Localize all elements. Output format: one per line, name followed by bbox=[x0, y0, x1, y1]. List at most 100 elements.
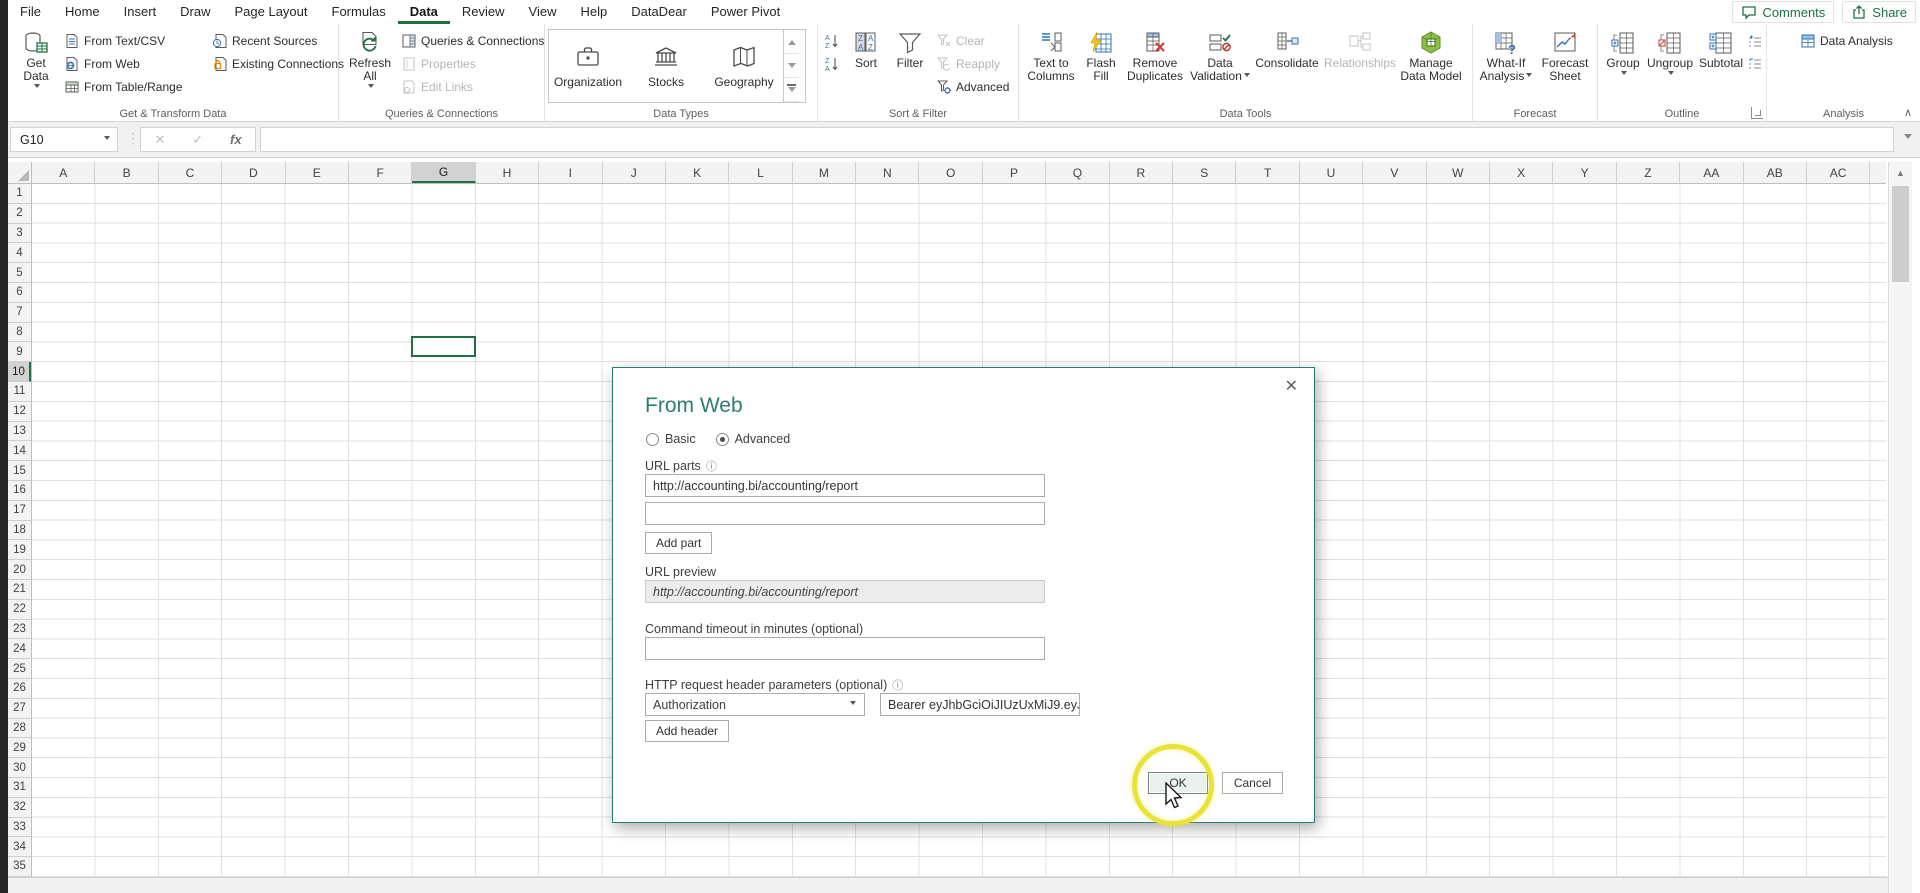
column-header-E[interactable]: E bbox=[286, 162, 349, 183]
what-if-analysis-button[interactable]: ? What-If Analysis bbox=[1476, 26, 1536, 104]
cancel-entry-icon[interactable]: ✕ bbox=[154, 132, 165, 148]
column-header-O[interactable]: O bbox=[919, 162, 982, 183]
data-validation-button[interactable]: Data Validation bbox=[1188, 26, 1252, 104]
scroll-up-icon[interactable]: ▲ bbox=[1889, 162, 1912, 184]
add-part-button[interactable]: Add part bbox=[645, 532, 712, 554]
queries-connections-button[interactable]: Queries & Connections bbox=[398, 30, 540, 51]
menu-tab-power-pivot[interactable]: Power Pivot bbox=[699, 0, 792, 24]
url-part-input-1[interactable]: http://accounting.bi/accounting/report bbox=[645, 474, 1045, 497]
row-header-34[interactable]: 34 bbox=[8, 837, 31, 857]
row-header-5[interactable]: 5 bbox=[8, 263, 31, 283]
column-header-B[interactable]: B bbox=[95, 162, 158, 183]
url-part-input-2[interactable] bbox=[645, 502, 1045, 525]
group-button[interactable]: Group bbox=[1601, 26, 1645, 104]
column-header-S[interactable]: S bbox=[1173, 162, 1236, 183]
column-header-M[interactable]: M bbox=[793, 162, 856, 183]
sort-button[interactable]: ZA AZ Sort bbox=[845, 26, 887, 104]
row-header-22[interactable]: 22 bbox=[8, 600, 31, 620]
expand-formula-bar-icon[interactable] bbox=[1904, 134, 1912, 143]
collapse-ribbon-icon[interactable]: ∧ bbox=[1904, 106, 1912, 119]
column-header-A[interactable]: A bbox=[32, 162, 95, 183]
row-header-16[interactable]: 16 bbox=[8, 481, 31, 501]
insert-function-icon[interactable]: fx bbox=[230, 132, 242, 147]
row-header-28[interactable]: 28 bbox=[8, 719, 31, 739]
from-table-range-button[interactable]: From Table/Range bbox=[61, 76, 209, 97]
column-header-AB[interactable]: AB bbox=[1744, 162, 1807, 183]
from-web-button[interactable]: From Web bbox=[61, 53, 209, 74]
row-header-1[interactable]: 1 bbox=[8, 184, 31, 204]
row-header-6[interactable]: 6 bbox=[8, 283, 31, 303]
column-header-W[interactable]: W bbox=[1427, 162, 1490, 183]
column-header-I[interactable]: I bbox=[539, 162, 602, 183]
column-header-C[interactable]: C bbox=[159, 162, 222, 183]
comments-button[interactable]: Comments bbox=[1732, 1, 1834, 23]
from-text-csv-button[interactable]: From Text/CSV bbox=[61, 30, 209, 51]
column-header-L[interactable]: L bbox=[729, 162, 792, 183]
data-type-stocks[interactable]: Stocks bbox=[627, 30, 705, 102]
data-type-geography[interactable]: Geography bbox=[705, 30, 783, 102]
share-button[interactable]: Share bbox=[1842, 1, 1916, 23]
row-header-15[interactable]: 15 bbox=[8, 461, 31, 481]
sort-za-button[interactable]: ZA bbox=[821, 53, 845, 74]
ungroup-button[interactable]: Ungroup bbox=[1645, 26, 1695, 104]
row-header-33[interactable]: 33 bbox=[8, 818, 31, 838]
show-detail-icon[interactable] bbox=[1747, 34, 1763, 50]
column-header-AC[interactable]: AC bbox=[1807, 162, 1870, 183]
column-header-X[interactable]: X bbox=[1490, 162, 1553, 183]
gallery-more-button[interactable] bbox=[784, 78, 799, 102]
basic-radio[interactable]: Basic bbox=[646, 432, 696, 446]
column-header-P[interactable]: P bbox=[983, 162, 1046, 183]
row-header-2[interactable]: 2 bbox=[8, 204, 31, 224]
gallery-up-button[interactable] bbox=[784, 30, 799, 54]
column-header-V[interactable]: V bbox=[1363, 162, 1426, 183]
flash-fill-button[interactable]: Flash Fill bbox=[1080, 26, 1122, 104]
column-header-R[interactable]: R bbox=[1110, 162, 1173, 183]
menu-tab-draw[interactable]: Draw bbox=[168, 0, 222, 24]
subtotal-button[interactable]: Subtotal bbox=[1695, 26, 1747, 104]
header-value-input[interactable]: Bearer eyJhbGciOiJIUzUxMiJ9.eyJzdW bbox=[880, 693, 1080, 716]
column-header-F[interactable]: F bbox=[349, 162, 412, 183]
menu-tab-insert[interactable]: Insert bbox=[112, 0, 169, 24]
row-header-20[interactable]: 20 bbox=[8, 560, 31, 580]
vertical-scrollbar[interactable]: ▲ bbox=[1888, 162, 1912, 893]
column-header-N[interactable]: N bbox=[856, 162, 919, 183]
dialog-launcher-icon[interactable] bbox=[1751, 107, 1763, 119]
column-header-K[interactable]: K bbox=[666, 162, 729, 183]
menu-tab-formulas[interactable]: Formulas bbox=[320, 0, 398, 24]
column-header-Y[interactable]: Y bbox=[1553, 162, 1616, 183]
row-header-32[interactable]: 32 bbox=[8, 798, 31, 818]
data-type-organization[interactable]: Organization bbox=[549, 30, 627, 102]
column-header-U[interactable]: U bbox=[1300, 162, 1363, 183]
row-header-31[interactable]: 31 bbox=[8, 778, 31, 798]
row-header-24[interactable]: 24 bbox=[8, 639, 31, 659]
column-header-Q[interactable]: Q bbox=[1046, 162, 1109, 183]
existing-connections-button[interactable]: Existing Connections bbox=[209, 53, 335, 74]
column-header-Z[interactable]: Z bbox=[1617, 162, 1680, 183]
menu-tab-file[interactable]: File bbox=[8, 0, 53, 24]
menu-tab-help[interactable]: Help bbox=[568, 0, 619, 24]
column-header-G[interactable]: G bbox=[412, 162, 475, 183]
row-header-9[interactable]: 9 bbox=[8, 342, 31, 362]
column-header-J[interactable]: J bbox=[603, 162, 666, 183]
filter-button[interactable]: Filter bbox=[887, 26, 933, 104]
row-header-14[interactable]: 14 bbox=[8, 441, 31, 461]
manage-data-model-button[interactable]: Manage Data Model bbox=[1398, 26, 1464, 104]
consolidate-button[interactable]: Consolidate bbox=[1252, 26, 1322, 104]
selected-cell[interactable] bbox=[411, 336, 476, 357]
add-header-button[interactable]: Add header bbox=[645, 720, 729, 742]
row-header-35[interactable]: 35 bbox=[8, 857, 31, 877]
scrollbar-thumb[interactable] bbox=[1892, 186, 1909, 282]
gallery-down-button[interactable] bbox=[784, 54, 799, 78]
refresh-all-button[interactable]: Refresh All bbox=[342, 26, 398, 104]
header-name-select[interactable]: Authorization bbox=[645, 693, 865, 716]
row-header-18[interactable]: 18 bbox=[8, 521, 31, 541]
advanced-filter-button[interactable]: Advanced bbox=[933, 76, 1015, 97]
menu-tab-review[interactable]: Review bbox=[450, 0, 517, 24]
column-header-D[interactable]: D bbox=[222, 162, 285, 183]
name-box-dropdown-icon[interactable] bbox=[104, 136, 110, 143]
row-header-10[interactable]: 10 bbox=[8, 362, 31, 382]
row-header-4[interactable]: 4 bbox=[8, 243, 31, 263]
column-header-T[interactable]: T bbox=[1236, 162, 1299, 183]
row-header-11[interactable]: 11 bbox=[8, 382, 31, 402]
row-header-26[interactable]: 26 bbox=[8, 679, 31, 699]
